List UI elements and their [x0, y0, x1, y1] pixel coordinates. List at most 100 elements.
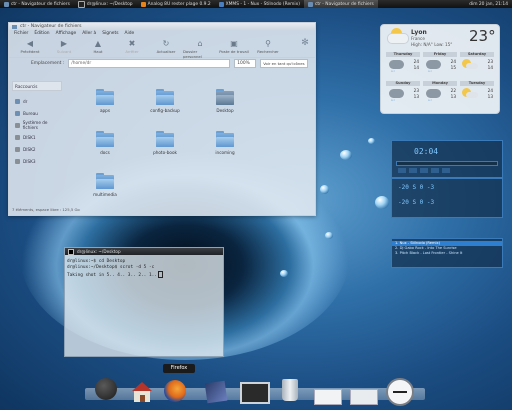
media-player[interactable]: 02:04 -20 S 0 -3 -20 S 0 -3 1. Nux - Sti…: [391, 140, 503, 268]
menu-help[interactable]: Aide: [125, 31, 135, 36]
taskbar-task[interactable]: ctr - Navigateur de fichiers: [0, 0, 74, 8]
forecast-day: Friday ‘‘‘ 24 15: [423, 52, 457, 78]
file-manager-window[interactable]: ctr - Navigateur de fichiers Fichier Édi…: [8, 22, 316, 216]
refresh-button[interactable]: ↻ Actualiser: [149, 37, 183, 54]
arrow-up-icon: ▲: [94, 39, 102, 48]
home-icon[interactable]: [132, 382, 152, 402]
home-button[interactable]: ⌂ Dossier personnel: [183, 37, 217, 59]
music-icon: [218, 1, 224, 7]
folder-item[interactable]: Desktop: [203, 89, 247, 113]
location-input[interactable]: /home/dr: [68, 59, 231, 68]
equalizer-readout: -20 S 0 -3: [398, 199, 435, 206]
folder-item[interactable]: apps: [83, 89, 127, 113]
window-titlebar[interactable]: dr@linux: ~/Desktop: [65, 248, 223, 255]
sidebar-item-filesystem[interactable]: Système de fichiers: [12, 119, 62, 131]
folder-icon: [96, 173, 114, 189]
window-title: dr@linux: ~/Desktop: [77, 249, 121, 254]
display-icon[interactable]: [350, 389, 378, 405]
taskbar-task[interactable]: XMMS - 1 - Nux - Stilnodo (Remix): [215, 0, 304, 8]
folder-icon: [307, 1, 313, 7]
play-button[interactable]: [409, 168, 417, 173]
firefox-icon: [140, 1, 146, 7]
player-controls: [398, 168, 496, 173]
menu-go[interactable]: Aller à: [82, 31, 96, 36]
forecast-day: Sunday ‘‘‘ 23 13: [386, 81, 420, 107]
folder-item[interactable]: incoming: [203, 131, 247, 155]
seek-bar[interactable]: [396, 161, 498, 166]
terminal-icon: [77, 0, 85, 8]
playlist-item[interactable]: 3. Pitch Black - Lost Frontier - Shine I…: [392, 251, 502, 256]
firefox-icon[interactable]: [164, 380, 186, 402]
sidebar-item-disk1[interactable]: DISK1: [12, 131, 62, 143]
sidebar-header[interactable]: Raccourcis: [12, 81, 62, 91]
computer-icon: ▣: [230, 39, 238, 48]
weather-current-temp: 23°: [469, 27, 496, 45]
pause-button[interactable]: [420, 168, 428, 173]
search-button[interactable]: ⚲ Rechercher: [251, 37, 285, 54]
sidebar-item-disk2[interactable]: DISK2: [12, 143, 62, 155]
settings-icon[interactable]: [204, 380, 228, 404]
folder-icon: [96, 131, 114, 147]
sidebar-item-desktop[interactable]: Bureau: [12, 107, 62, 119]
equalizer-readout: -20 S 0 -3: [398, 184, 435, 191]
window-icon[interactable]: [314, 389, 342, 405]
folder-item[interactable]: multimedia: [83, 173, 127, 197]
folder-item[interactable]: photo-book: [143, 131, 187, 155]
zoom-select[interactable]: 100%: [234, 59, 257, 68]
water-drop: [280, 270, 288, 277]
up-button[interactable]: ▲ Haut: [81, 37, 115, 54]
folder-icon: [156, 89, 174, 105]
menu-file[interactable]: Fichier: [14, 31, 28, 36]
drive-icon: [15, 134, 20, 140]
terminal-cursor: [157, 271, 163, 278]
sidebar: Raccourcis dr Bureau Système de fichiers…: [12, 81, 62, 201]
prev-button[interactable]: [398, 168, 406, 173]
water-drop: [368, 138, 375, 144]
panel-clock[interactable]: dim 20 jan, 21:14: [469, 2, 512, 7]
next-button[interactable]: [442, 168, 450, 173]
clock-icon[interactable]: [386, 378, 414, 406]
terminal-line: Taking shot in 5.. 4.. 3.. 2.. 1..: [65, 271, 223, 279]
home-icon: ⌂: [197, 39, 203, 48]
menu-view[interactable]: Affichage: [56, 31, 77, 36]
window-titlebar[interactable]: ctr - Navigateur de fichiers: [9, 23, 315, 30]
power-icon[interactable]: [95, 378, 117, 400]
forecast-day: Monday ‘‘‘ 22 13: [423, 81, 457, 107]
taskbar-task[interactable]: Analog 8U rester plage 0.9.2: [137, 0, 215, 8]
folder-item[interactable]: docs: [83, 131, 127, 155]
menu-edit[interactable]: Édition: [34, 31, 49, 36]
search-icon: ⚲: [265, 39, 271, 48]
taskbar-task[interactable]: ctr - Navigateur de fichiers: [303, 0, 378, 8]
menu-bookmarks[interactable]: Signets: [102, 31, 118, 36]
sidebar-item-disk3[interactable]: DISK3: [12, 155, 62, 167]
arrow-right-icon: ▶: [60, 39, 68, 48]
back-button[interactable]: ◀ Précédent: [13, 37, 47, 54]
player-main: 02:04: [391, 140, 503, 178]
folder-icon: [96, 89, 114, 105]
taskbar-task[interactable]: dr@linux: ~/Desktop: [74, 0, 137, 8]
view-mode-select[interactable]: Voir en tant qu'icônes: [260, 59, 309, 68]
location-bar: Emplacement : /home/dr 100% Voir en tant…: [9, 58, 315, 69]
sidebar-item-home[interactable]: dr: [12, 95, 62, 107]
weather-widget[interactable]: Lyon France High: N/A° Low: 15° 23° Thur…: [380, 24, 500, 114]
top-panel: ctr - Navigateur de fichiers dr@linux: ~…: [0, 0, 512, 8]
terminal-window[interactable]: dr@linux: ~/Desktop dr@linux:~$ cd Deskt…: [64, 247, 224, 357]
weather-country: France: [411, 36, 425, 41]
terminal-icon[interactable]: [240, 382, 270, 404]
forecast-day: Thursday ‘‘‘ 24 14: [386, 52, 420, 78]
toolbar: ◀ Précédent ▶ Suivant ▲ Haut ✖ Arrêter ↻ Actu…: [9, 37, 315, 59]
trash-icon[interactable]: [282, 379, 298, 401]
folder-icon: [12, 24, 17, 29]
forward-button[interactable]: ▶ Suivant: [47, 37, 81, 54]
stop-button[interactable]: ✖ Arrêter: [115, 37, 149, 54]
folder-icon: [156, 131, 174, 147]
folder-item[interactable]: config-backup: [143, 89, 187, 113]
forecast-day: Saturday 23 14: [460, 52, 494, 78]
computer-button[interactable]: ▣ Poste de travail: [217, 37, 251, 54]
rain-cloud-icon: [389, 89, 404, 98]
drive-icon: [15, 158, 20, 164]
stop-button[interactable]: [431, 168, 439, 173]
gnome-throbber-icon: ✻: [301, 38, 309, 48]
location-label: Emplacement :: [31, 61, 65, 66]
cloudy-icon: [387, 28, 409, 44]
